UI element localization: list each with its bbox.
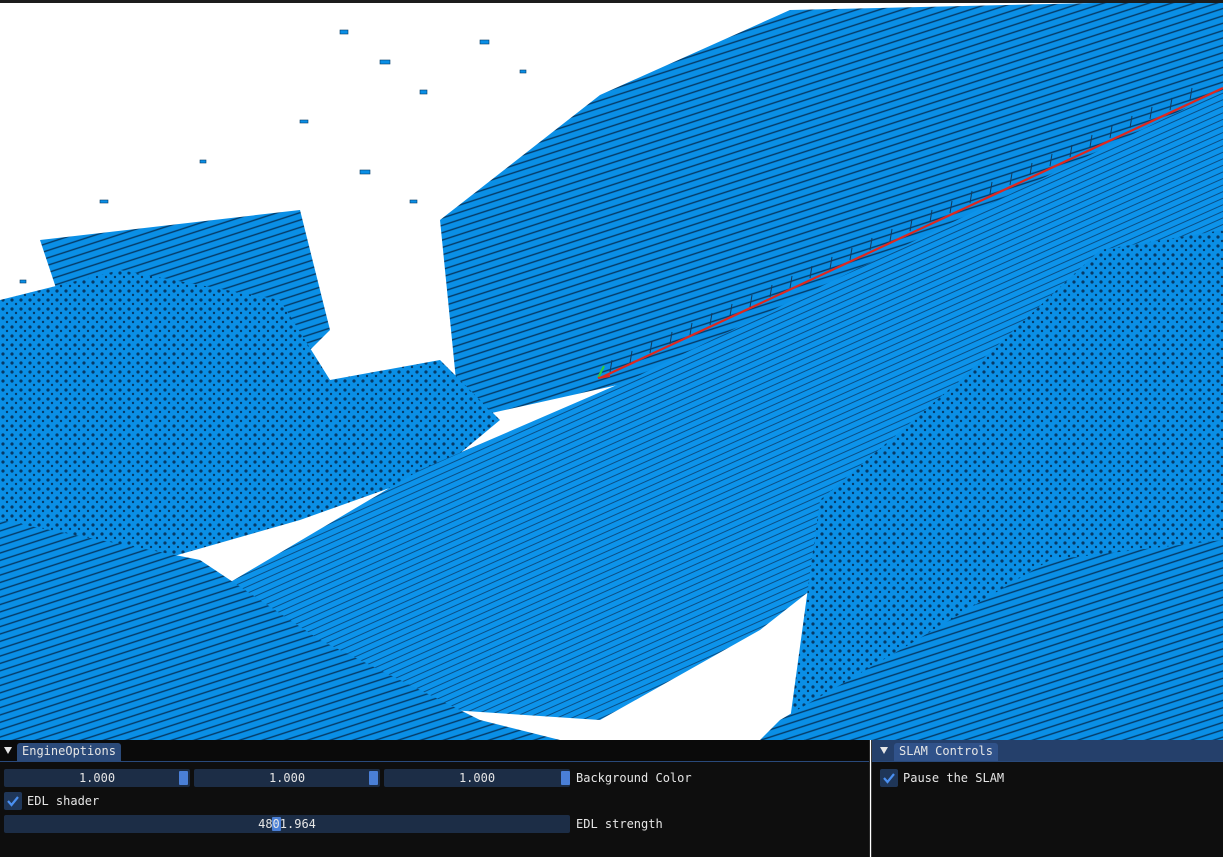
engine-options-window: EngineOptions 1.000 1.000 1.000 Backgrou…	[0, 740, 870, 857]
background-color-g-slider[interactable]: 1.000	[194, 769, 380, 787]
engine-options-title: EngineOptions	[17, 743, 121, 761]
collapse-triangle-icon[interactable]	[4, 747, 12, 754]
engine-options-titlebar[interactable]: EngineOptions	[0, 740, 869, 762]
point-cloud-viewport[interactable]	[0, 0, 1223, 740]
slider-grab-handle[interactable]	[369, 771, 378, 785]
slam-controls-titlebar[interactable]: SLAM Controls	[872, 740, 1223, 762]
pause-slam-checkbox[interactable]	[880, 769, 898, 787]
checkmark-icon	[7, 796, 19, 807]
slider-grab-handle[interactable]	[179, 771, 188, 785]
pause-slam-label: Pause the SLAM	[903, 771, 1005, 785]
collapse-triangle-icon[interactable]	[880, 747, 888, 754]
slam-controls-window: SLAM Controls Pause the SLAM	[871, 740, 1223, 857]
background-color-label: Background Color	[576, 771, 692, 785]
window-top-edge	[0, 0, 1223, 3]
edl-strength-value: 4801.964	[258, 817, 316, 831]
edl-strength-label: EDL strength	[576, 817, 663, 831]
background-color-r-value: 1.000	[78, 771, 116, 785]
slider-grab-handle[interactable]	[561, 771, 570, 785]
edl-shader-checkbox[interactable]	[4, 792, 22, 810]
edl-strength-slider[interactable]: 4801.964	[4, 815, 570, 833]
background-color-b-value: 1.000	[458, 771, 496, 785]
slam-controls-title: SLAM Controls	[894, 743, 998, 761]
background-color-b-slider[interactable]: 1.000	[384, 769, 570, 787]
background-color-g-value: 1.000	[268, 771, 306, 785]
edl-shader-label: EDL shader	[27, 794, 100, 808]
background-color-r-slider[interactable]: 1.000	[4, 769, 190, 787]
checkmark-icon	[883, 773, 895, 784]
point-cloud-render	[0, 0, 1223, 740]
